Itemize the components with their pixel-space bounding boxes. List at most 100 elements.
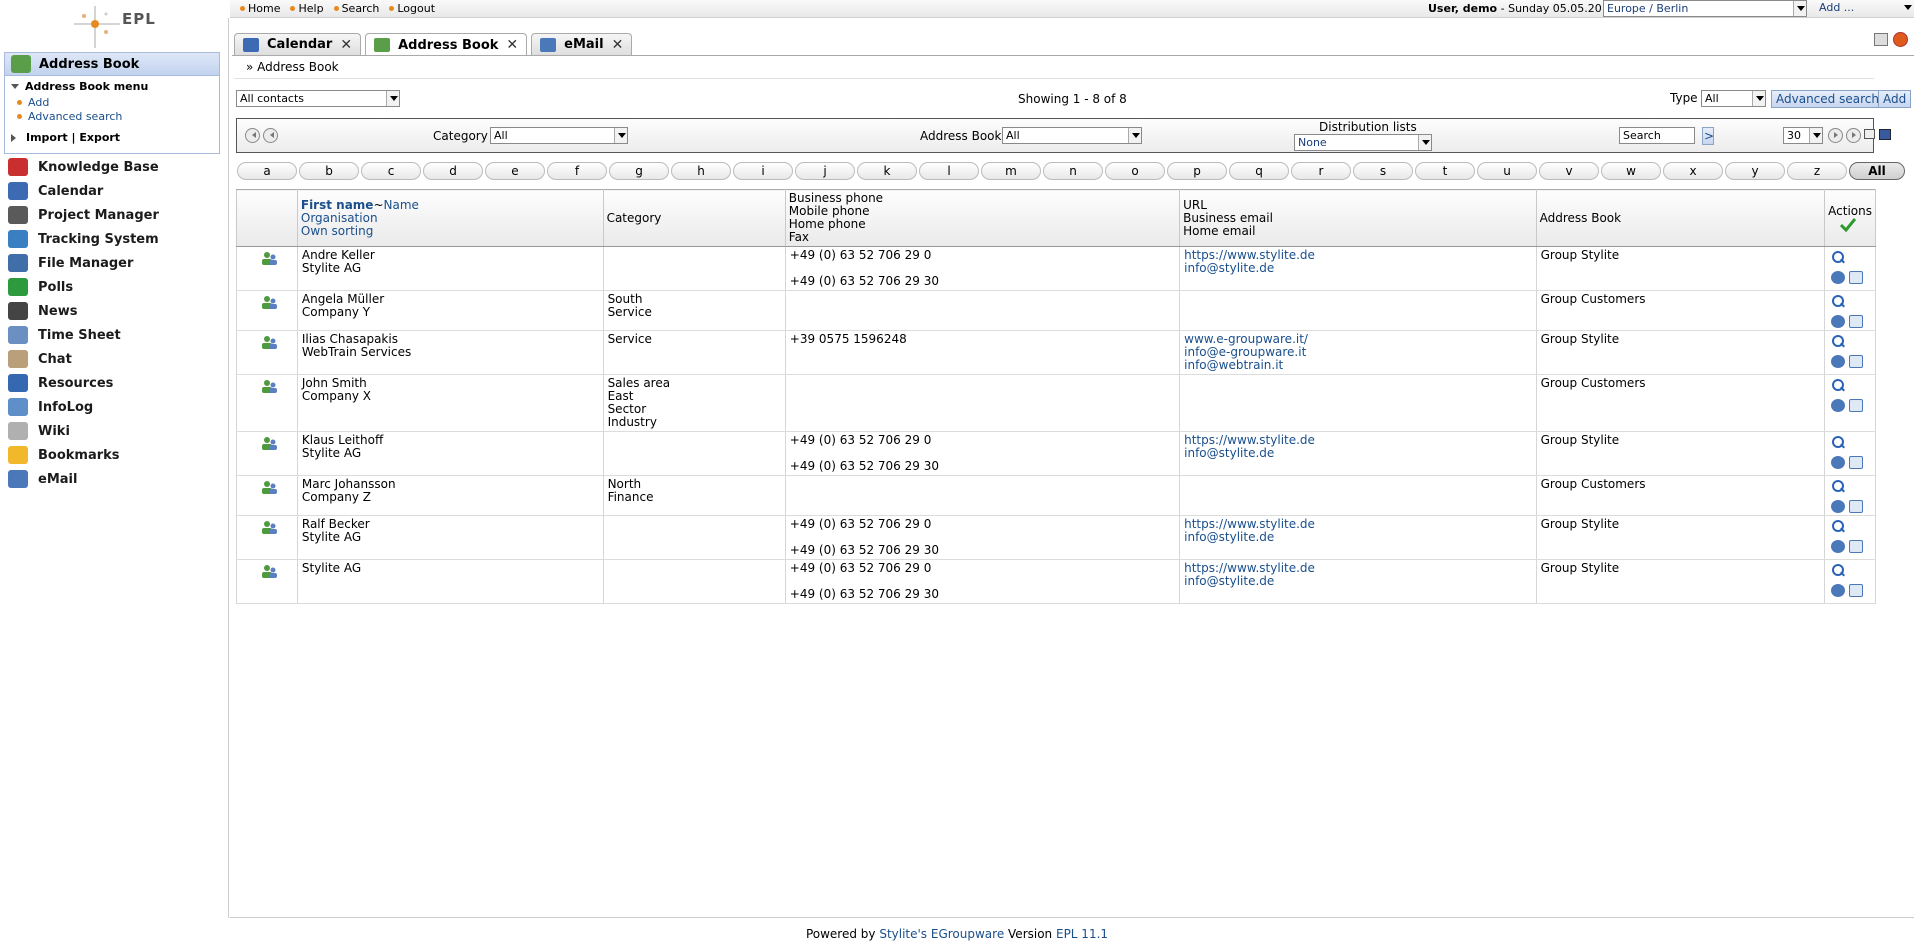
letter-o[interactable]: o — [1105, 162, 1165, 180]
edit-icon[interactable] — [1831, 271, 1846, 284]
view-icon[interactable] — [1831, 379, 1845, 393]
search-input[interactable]: Search — [1619, 127, 1695, 144]
app-tracking-system[interactable]: Tracking System — [4, 227, 220, 251]
letter-a[interactable]: a — [237, 162, 297, 180]
app-wiki[interactable]: Wiki — [4, 419, 220, 443]
contact-email-link[interactable]: info@stylite.de — [1184, 262, 1531, 275]
contact-email-link[interactable]: info@webtrain.it — [1184, 359, 1531, 372]
add-app-select[interactable]: Add ... — [1816, 0, 1914, 17]
edit-icon[interactable] — [1831, 584, 1846, 597]
letter-c[interactable]: c — [361, 162, 421, 180]
app-chat[interactable]: Chat — [4, 347, 220, 371]
phone-number[interactable]: +49 (0) 63 52 706 29 30 — [790, 460, 1175, 473]
vcard-icon[interactable] — [1849, 500, 1864, 513]
contact-icon[interactable] — [261, 379, 277, 393]
table-row[interactable]: Angela Müller Company Y South Service Group … — [236, 290, 1876, 331]
app-bookmarks[interactable]: Bookmarks — [4, 443, 220, 467]
app-infolog[interactable]: InfoLog — [4, 395, 220, 419]
phone-number[interactable]: +39 0575 1596248 — [790, 333, 1175, 346]
table-row[interactable]: Ilias Chasapakis WebTrain Services Service… — [236, 330, 1876, 375]
contact-icon[interactable] — [261, 520, 277, 534]
table-row[interactable]: Marc Johansson Company Z North Finance Group… — [236, 475, 1876, 516]
app-project-manager[interactable]: Project Manager — [4, 203, 220, 227]
letter-q[interactable]: q — [1229, 162, 1289, 180]
close-icon[interactable]: ✕ — [340, 37, 352, 53]
vcard-icon[interactable] — [1849, 540, 1864, 553]
last-page-icon[interactable] — [1846, 128, 1861, 143]
contacts-filter-select[interactable]: All contacts — [236, 90, 400, 107]
rows-per-page-select[interactable]: 30 — [1783, 127, 1823, 144]
edit-icon[interactable] — [1831, 456, 1846, 469]
contact-icon[interactable] — [261, 564, 277, 578]
close-icon[interactable]: ✕ — [506, 37, 518, 53]
vcard-icon[interactable] — [1849, 355, 1864, 368]
phone-number[interactable]: +49 (0) 63 52 706 29 0 — [790, 249, 1175, 262]
letter-i[interactable]: i — [733, 162, 793, 180]
print-icon[interactable] — [1874, 33, 1888, 46]
addressbook-filter-select[interactable]: All — [1002, 127, 1142, 144]
columns-icon[interactable] — [1864, 129, 1875, 139]
letter-k[interactable]: k — [857, 162, 917, 180]
app-resources[interactable]: Resources — [4, 371, 220, 395]
advanced-search-button[interactable]: Advanced search — [1771, 90, 1884, 108]
vcard-icon[interactable] — [1849, 315, 1864, 328]
phone-number[interactable]: +49 (0) 63 52 706 29 30 — [790, 544, 1175, 557]
prev-page-icon[interactable] — [263, 128, 278, 143]
contact-email-link[interactable]: info@stylite.de — [1184, 575, 1531, 588]
view-icon[interactable] — [1831, 295, 1845, 309]
letter-u[interactable]: u — [1477, 162, 1537, 180]
menu-item-advanced-search[interactable]: Advanced search — [17, 110, 211, 123]
distribution-lists-select[interactable]: None — [1294, 134, 1432, 151]
vcard-icon[interactable] — [1849, 271, 1864, 284]
letter-m[interactable]: m — [981, 162, 1041, 180]
letter-s[interactable]: s — [1353, 162, 1413, 180]
timezone-select[interactable]: Europe / Berlin — [1603, 0, 1807, 17]
app-time-sheet[interactable]: Time Sheet — [4, 323, 220, 347]
contact-icon[interactable] — [261, 436, 277, 450]
sidebar-header-addressbook[interactable]: Address Book — [4, 52, 220, 76]
view-icon[interactable] — [1831, 564, 1845, 578]
letter-j[interactable]: j — [795, 162, 855, 180]
letter-n[interactable]: n — [1043, 162, 1103, 180]
vcard-icon[interactable] — [1849, 456, 1864, 469]
tab-calendar[interactable]: Calendar ✕ — [234, 33, 362, 55]
tab-email[interactable]: eMail ✕ — [531, 33, 633, 55]
letter-g[interactable]: g — [609, 162, 669, 180]
letter-e[interactable]: e — [485, 162, 545, 180]
app-calendar[interactable]: Calendar — [4, 179, 220, 203]
footer-version-link[interactable]: EPL 11.1 — [1056, 927, 1108, 941]
contact-icon[interactable] — [261, 295, 277, 309]
select-all-check-icon[interactable] — [1840, 217, 1857, 232]
letter-b[interactable]: b — [299, 162, 359, 180]
letter-y[interactable]: y — [1725, 162, 1785, 180]
letter-all[interactable]: All — [1849, 162, 1905, 180]
contact-icon[interactable] — [261, 480, 277, 494]
contact-icon[interactable] — [261, 335, 277, 349]
nav-home[interactable]: Home — [240, 2, 280, 15]
phone-number[interactable]: +49 (0) 63 52 706 29 0 — [790, 434, 1175, 447]
vcard-icon[interactable] — [1849, 584, 1864, 597]
phone-number[interactable]: +49 (0) 63 52 706 29 30 — [790, 588, 1175, 601]
menu-item-add[interactable]: Add — [17, 96, 211, 109]
footer-egroupware-link[interactable]: Stylite's EGroupware — [879, 927, 1004, 941]
sort-own-sorting[interactable]: Own sorting — [301, 224, 373, 238]
add-button[interactable]: Add — [1878, 90, 1912, 108]
tab-addressbook[interactable]: Address Book ✕ — [365, 33, 528, 56]
app-polls[interactable]: Polls — [4, 275, 220, 299]
edit-icon[interactable] — [1831, 315, 1846, 328]
letter-z[interactable]: z — [1787, 162, 1847, 180]
contact-icon[interactable] — [261, 251, 277, 265]
app-email[interactable]: eMail — [4, 467, 220, 491]
letter-v[interactable]: v — [1539, 162, 1599, 180]
letter-w[interactable]: w — [1601, 162, 1661, 180]
nav-help[interactable]: Help — [290, 2, 324, 15]
app-news[interactable]: News — [4, 299, 220, 323]
close-icon[interactable]: ✕ — [612, 37, 624, 53]
table-row[interactable]: Klaus Leithoff Stylite AG +49 (0) 63 52 70… — [236, 431, 1876, 476]
letter-f[interactable]: f — [547, 162, 607, 180]
letter-h[interactable]: h — [671, 162, 731, 180]
category-select[interactable]: All — [490, 127, 628, 144]
addressbook-menu-title[interactable]: Address Book menu — [11, 80, 211, 93]
letter-l[interactable]: l — [919, 162, 979, 180]
view-icon[interactable] — [1831, 520, 1845, 534]
